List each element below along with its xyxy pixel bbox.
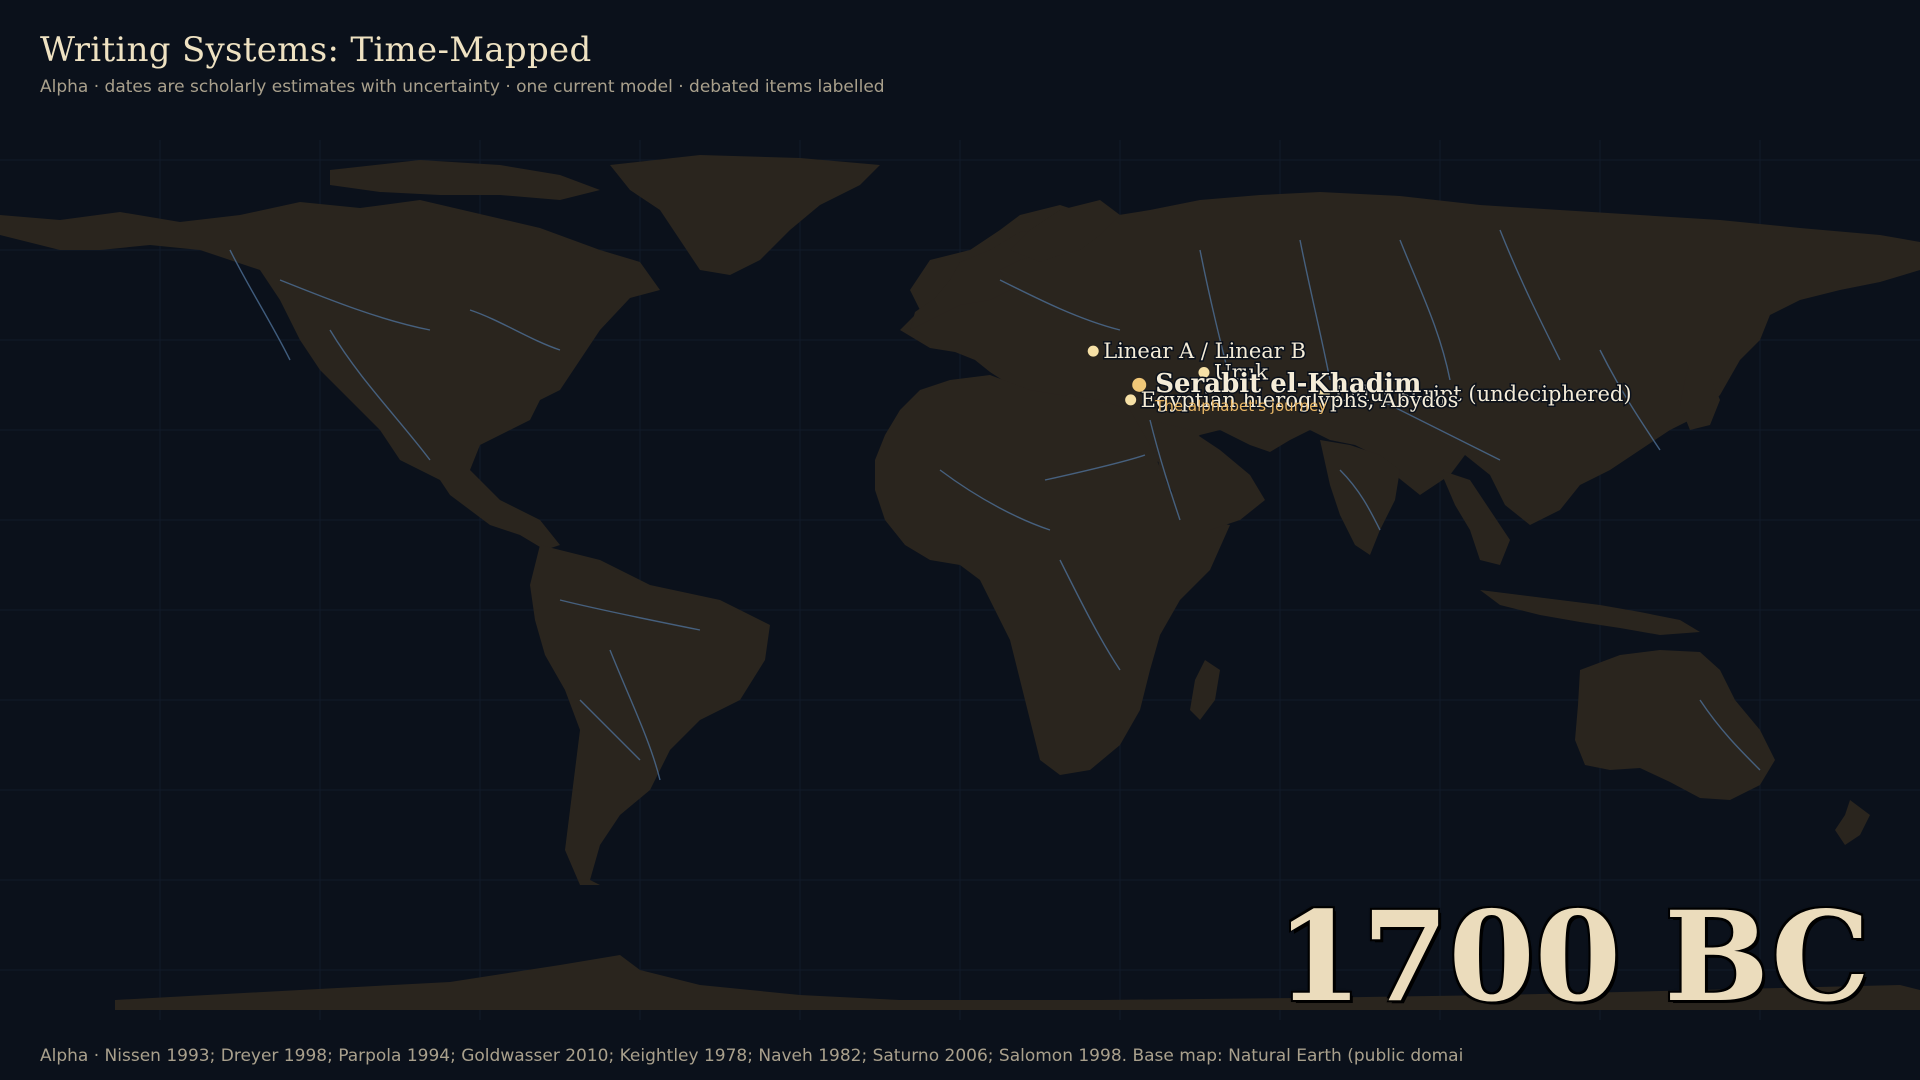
sources-footer: Alpha · Nissen 1993; Dreyer 1998; Parpol…	[40, 1046, 1464, 1066]
landmass-indonesia	[1480, 590, 1700, 635]
current-year-display: 1700 BC	[1275, 885, 1870, 1030]
current-site-label: Serabit el-Khadim	[1155, 369, 1421, 399]
site-marker[interactable]	[1125, 394, 1137, 406]
landmass-arctic-islands	[330, 160, 600, 200]
landmass-new-zealand	[1835, 800, 1870, 845]
site-marker[interactable]	[1132, 377, 1147, 392]
landmass-south-america	[530, 545, 770, 885]
landmass-australia	[1575, 650, 1775, 800]
landmass-madagascar	[1190, 660, 1220, 720]
journey-label: The alphabet's journey	[1154, 397, 1327, 415]
site-label: Linear A / Linear B	[1103, 339, 1306, 363]
landmass-greenland	[610, 155, 880, 275]
landmass-north-america	[0, 200, 660, 550]
site-marker[interactable]	[1087, 345, 1099, 357]
